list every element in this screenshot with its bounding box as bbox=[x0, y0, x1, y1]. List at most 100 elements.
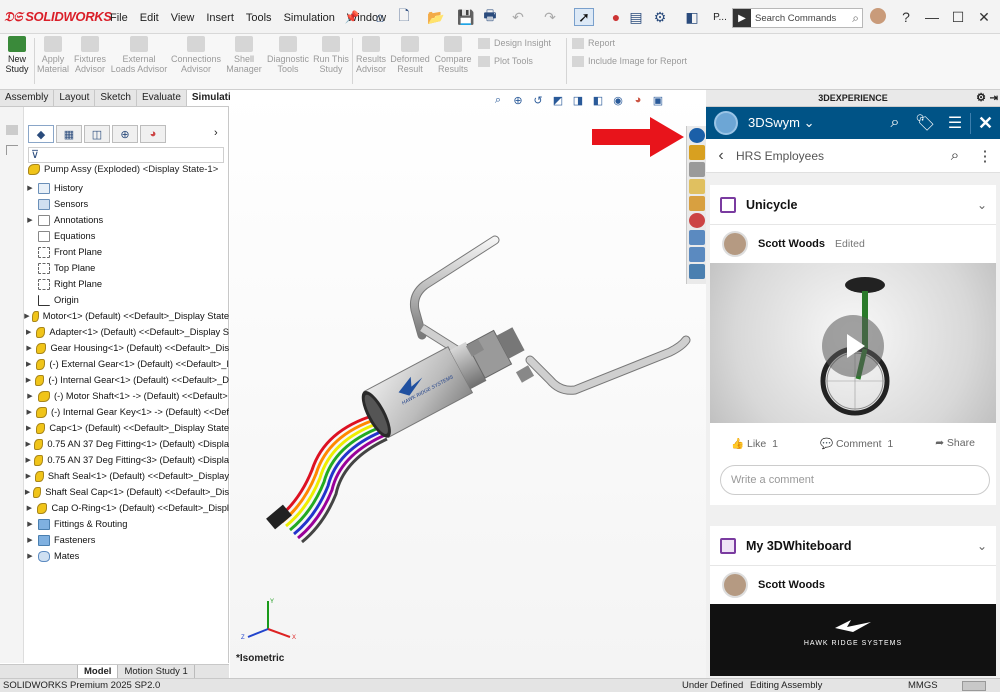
tree-item[interactable]: Front Plane bbox=[24, 244, 229, 260]
compare-results-button[interactable]: Compare Results bbox=[434, 36, 472, 74]
3dswym-logo-icon[interactable] bbox=[714, 111, 738, 135]
select-cursor-icon[interactable]: ➚ bbox=[574, 8, 594, 26]
community-search-icon[interactable]: ⌕ bbox=[940, 147, 970, 164]
tab-model[interactable]: Model bbox=[78, 665, 119, 678]
view-palette-icon[interactable] bbox=[688, 196, 705, 211]
3dexperience-tab-icon[interactable] bbox=[688, 128, 705, 143]
author-name[interactable]: Scott Woods bbox=[758, 238, 825, 250]
file-explorer-icon[interactable] bbox=[688, 179, 705, 194]
tree-item[interactable]: ▶ Annotations bbox=[24, 212, 229, 228]
close-button[interactable]: ✕ bbox=[974, 9, 994, 25]
menu-edit[interactable]: Edit bbox=[134, 12, 165, 24]
tree-root[interactable]: Pump Assy (Exploded) <Display State-1> bbox=[28, 164, 218, 175]
chevron-right-icon[interactable]: › bbox=[214, 127, 218, 139]
tab-scroll-arrows[interactable] bbox=[0, 665, 78, 678]
undo-icon[interactable]: ↶ bbox=[508, 8, 528, 26]
post-title[interactable]: Unicycle bbox=[746, 198, 968, 212]
run-this-study-button[interactable]: Run This Study bbox=[312, 36, 350, 74]
tree-item[interactable]: ▶ Cap O-Ring<1> (Default) <<Default>_Disp… bbox=[24, 500, 229, 516]
expand-arrow-icon[interactable]: ▶ bbox=[24, 536, 36, 544]
share-button[interactable]: ➦ Share bbox=[935, 437, 975, 449]
tree-item[interactable]: ▶ History bbox=[24, 180, 229, 196]
tree-item[interactable]: ▶ (-) Internal Gear<1> (Default) <<Defaul… bbox=[24, 372, 229, 388]
graphics-area[interactable]: ⌕ ⊕ ↺ ◩ ◨ ◧ ◉ ◕ ▣ HAWK RIDGE SYSTEMS Y X… bbox=[230, 90, 706, 678]
minimize-button[interactable]: — bbox=[922, 9, 942, 25]
traffic-light-icon[interactable]: ● bbox=[606, 8, 626, 26]
play-button-icon[interactable] bbox=[822, 315, 884, 377]
tag-icon[interactable]: 🏷 bbox=[910, 113, 940, 133]
expand-arrow-icon[interactable]: ▶ bbox=[24, 408, 34, 416]
connections-advisor-button[interactable]: Connections Advisor bbox=[170, 36, 222, 74]
tree-item[interactable]: ▶ Fasteners bbox=[24, 532, 229, 548]
home-tab-icon[interactable] bbox=[688, 247, 705, 262]
expand-arrow-icon[interactable]: ▶ bbox=[24, 344, 34, 352]
expand-arrow-icon[interactable]: ▶ bbox=[24, 488, 31, 496]
more-options-icon[interactable]: ⋮ bbox=[970, 147, 1000, 165]
post-title[interactable]: My 3DWhiteboard bbox=[746, 539, 968, 553]
feature-tree-tab-icon[interactable]: ◆ bbox=[28, 125, 54, 143]
expand-arrow-icon[interactable]: ▶ bbox=[24, 456, 32, 464]
new-study-button[interactable]: New Study bbox=[2, 36, 32, 74]
comment-button[interactable]: 💬 Comment 1 bbox=[820, 437, 893, 450]
customize-icon[interactable]: ◧ bbox=[682, 8, 702, 26]
tree-item[interactable]: ▶ (-) Motor Shaft<1> -> (Default) <<Defau… bbox=[24, 388, 229, 404]
avatar[interactable] bbox=[722, 572, 748, 598]
help-icon[interactable]: ? bbox=[896, 8, 916, 26]
mate-icon[interactable] bbox=[6, 125, 18, 135]
comment-input[interactable]: Write a comment bbox=[720, 465, 990, 495]
tree-item[interactable]: ▶ Adapter<1> (Default) <<Default>_Display… bbox=[24, 324, 229, 340]
search-scope-icon[interactable]: ▶ bbox=[733, 9, 751, 27]
app-switcher[interactable]: 3DSwym ⌄ bbox=[748, 115, 880, 131]
tab-layout[interactable]: Layout bbox=[54, 90, 96, 106]
tree-item[interactable]: ▶ Shaft Seal<1> (Default) <<Default>_Disp… bbox=[24, 468, 229, 484]
tab-sketch[interactable]: Sketch bbox=[95, 90, 137, 106]
solidworks-resources-icon[interactable] bbox=[688, 145, 705, 160]
tree-item[interactable]: ▶ (-) External Gear<1> (Default) <<Defaul… bbox=[24, 356, 229, 372]
tree-item[interactable]: Top Plane bbox=[24, 260, 229, 276]
tab-evaluate[interactable]: Evaluate bbox=[137, 90, 187, 106]
expand-arrow-icon[interactable]: ▶ bbox=[24, 472, 33, 480]
new-document-icon[interactable]: 🗋 bbox=[394, 7, 414, 26]
apply-material-button[interactable]: Apply Material bbox=[36, 36, 70, 74]
configuration-manager-tab-icon[interactable]: ◫ bbox=[84, 125, 110, 143]
expand-arrow-icon[interactable]: ▶ bbox=[24, 504, 35, 512]
menu-view[interactable]: View bbox=[165, 12, 201, 24]
tree-item[interactable]: Equations bbox=[24, 228, 229, 244]
external-loads-advisor-button[interactable]: External Loads Advisor bbox=[110, 36, 168, 74]
back-chevron-icon[interactable]: ‹ bbox=[706, 147, 736, 165]
expand-arrow-icon[interactable]: ▶ bbox=[24, 392, 36, 400]
menu-insert[interactable]: Insert bbox=[200, 12, 240, 24]
expand-arrow-icon[interactable]: ▶ bbox=[24, 424, 34, 432]
deformed-result-button[interactable]: Deformed Result bbox=[390, 36, 430, 74]
search-icon[interactable]: ⌕ bbox=[852, 11, 859, 26]
tree-item[interactable]: ▶ (-) Internal Gear Key<1> -> (Default) <… bbox=[24, 404, 229, 420]
design-insight-button[interactable]: Design Insight bbox=[478, 38, 551, 50]
home-icon[interactable]: ⌂ bbox=[370, 8, 390, 26]
unit-system[interactable]: MMGS bbox=[908, 680, 938, 691]
pump-assembly-model[interactable]: HAWK RIDGE SYSTEMS bbox=[230, 90, 706, 678]
save-icon[interactable]: 💾 bbox=[456, 8, 476, 26]
rebuild-icon[interactable]: ▤ bbox=[626, 8, 646, 26]
sketch-icon[interactable] bbox=[6, 145, 18, 155]
author-name[interactable]: Scott Woods bbox=[758, 579, 825, 591]
forum-icon[interactable] bbox=[688, 264, 705, 279]
shell-manager-button[interactable]: Shell Manager bbox=[226, 36, 262, 74]
dimxpert-tab-icon[interactable]: ⊕ bbox=[112, 125, 138, 143]
panel-pin-icon[interactable]: ⇥ bbox=[990, 90, 998, 107]
design-library-icon[interactable] bbox=[688, 162, 705, 177]
print-icon[interactable]: 🖶 bbox=[480, 7, 500, 26]
tree-item[interactable]: ▶ 0.75 AN 37 Deg Fitting<1> (Default) <Di… bbox=[24, 436, 229, 452]
display-manager-tab-icon[interactable]: ◕ bbox=[140, 125, 166, 143]
appearances-icon[interactable] bbox=[688, 213, 705, 228]
diagnostic-tools-button[interactable]: Diagnostic Tools bbox=[266, 36, 310, 74]
user-avatar-icon[interactable] bbox=[870, 8, 886, 24]
expand-arrow-icon[interactable]: ▶ bbox=[24, 216, 36, 224]
fixtures-advisor-button[interactable]: Fixtures Advisor bbox=[72, 36, 108, 74]
tree-item[interactable]: ▶ Gear Housing<1> (Default) <<Default>_Di… bbox=[24, 340, 229, 356]
collapse-chevron-icon[interactable]: ⌄ bbox=[968, 198, 996, 212]
whiteboard-banner-image[interactable]: HAWK RIDGE SYSTEMS bbox=[710, 604, 996, 676]
video-thumbnail[interactable] bbox=[710, 263, 996, 423]
avatar[interactable] bbox=[722, 231, 748, 257]
collapse-chevron-icon[interactable]: ⌄ bbox=[968, 539, 996, 553]
results-advisor-button[interactable]: Results Advisor bbox=[354, 36, 388, 74]
